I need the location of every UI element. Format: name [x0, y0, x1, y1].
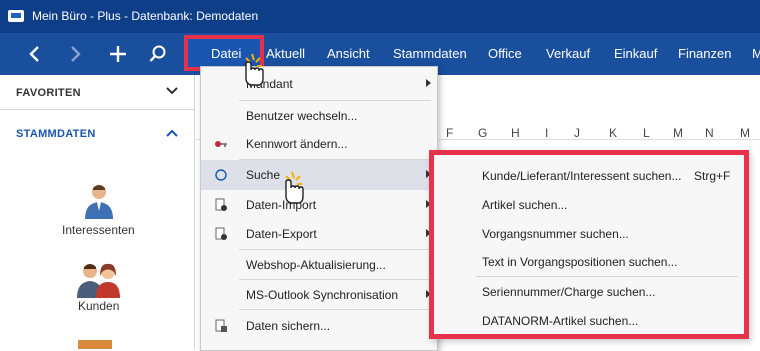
- menu-item-daten-sichern[interactable]: Daten sichern...: [201, 311, 437, 341]
- interessenten-icon[interactable]: [79, 181, 119, 221]
- column-header-i[interactable]: I: [545, 126, 548, 140]
- menu-item-artikel-suchen[interactable]: Artikel suchen...: [434, 190, 744, 218]
- menu-item-kunde-suchen[interactable]: Kunde/Lieferant/Interessent suchen... St…: [434, 161, 744, 189]
- menu-verkauf[interactable]: Verkauf: [546, 46, 590, 61]
- menu-item-seriennummer-suchen[interactable]: Seriennummer/Charge suchen...: [434, 277, 744, 305]
- menu-datei[interactable]: Datei: [211, 46, 241, 61]
- search-icon[interactable]: [140, 33, 176, 75]
- datei-menu: Mandant Benutzer wechseln... Kennwort än…: [200, 66, 438, 351]
- column-header-j[interactable]: J: [574, 126, 580, 140]
- column-header-n[interactable]: N: [705, 126, 714, 140]
- column-header-h[interactable]: H: [511, 126, 520, 140]
- menu-separator: [239, 309, 431, 310]
- menu-item-datanorm-suchen[interactable]: DATANORM-Artikel suchen...: [434, 306, 744, 334]
- menu-item-vorgangsnummer-suchen[interactable]: Vorgangsnummer suchen...: [434, 219, 744, 247]
- sidebar-item-kunden[interactable]: Kunden: [78, 299, 119, 313]
- chevron-down-icon[interactable]: [166, 87, 178, 95]
- back-icon[interactable]: [16, 33, 52, 75]
- menu-einkauf[interactable]: Einkauf: [614, 46, 657, 61]
- kunden-icon[interactable]: [74, 260, 124, 300]
- key-icon: [215, 141, 227, 147]
- suche-submenu: Kunde/Lieferant/Interessent suchen... St…: [429, 150, 749, 339]
- column-header-k[interactable]: K: [609, 126, 617, 140]
- menu-more[interactable]: M: [752, 46, 760, 61]
- menu-item-text-vorgangspositionen[interactable]: Text in Vorgangspositionen suchen...: [434, 247, 744, 275]
- column-header-f[interactable]: F: [446, 126, 453, 140]
- submenu-arrow-icon: [426, 79, 431, 87]
- add-icon[interactable]: [100, 33, 136, 75]
- sidebar-item-interessenten[interactable]: Interessenten: [62, 223, 135, 237]
- backup-icon: [215, 319, 227, 332]
- menu-finanzen[interactable]: Finanzen: [678, 46, 731, 61]
- stammdaten-header[interactable]: STAMMDATEN: [16, 128, 96, 140]
- export-icon: [215, 227, 227, 240]
- title-bar: Mein Büro - Plus - Datenbank: Demodaten: [0, 0, 760, 33]
- column-header-l[interactable]: L: [643, 126, 650, 140]
- import-icon: [215, 198, 227, 211]
- menu-item-ms-outlook-sync[interactable]: MS-Outlook Synchronisation: [201, 280, 437, 310]
- column-header-m[interactable]: M: [673, 126, 683, 140]
- menu-item-daten-import[interactable]: Daten-Import: [201, 190, 437, 220]
- shortcut-label: Strg+F: [694, 169, 731, 183]
- menu-aktuell[interactable]: Aktuell: [266, 46, 305, 61]
- menu-item-webshop-aktualisierung[interactable]: Webshop-Aktualisierung...: [201, 250, 437, 280]
- menu-stammdaten[interactable]: Stammdaten: [393, 46, 467, 61]
- column-header-o[interactable]: M: [740, 126, 750, 140]
- chevron-up-icon[interactable]: [166, 129, 178, 137]
- menu-item-benutzer-wechseln[interactable]: Benutzer wechseln...: [201, 101, 437, 131]
- click-cursor-icon: [285, 171, 304, 204]
- app-icon: [8, 10, 24, 22]
- sidebar-divider: [0, 109, 194, 110]
- window-title: Mein Büro - Plus - Datenbank: Demodaten: [32, 9, 259, 23]
- next-item-icon[interactable]: [78, 340, 112, 349]
- menu-item-suche[interactable]: Suche: [201, 160, 437, 190]
- menu-ansicht[interactable]: Ansicht: [327, 46, 370, 61]
- search-circle-icon: [215, 169, 227, 181]
- sidebar: FAVORITEN STAMMDATEN Interessenten Kunde…: [0, 75, 195, 349]
- column-header-g[interactable]: G: [478, 126, 487, 140]
- menu-item-kennwort-aendern[interactable]: Kennwort ändern...: [201, 129, 437, 159]
- menu-item-daten-export[interactable]: Daten-Export: [201, 219, 437, 249]
- favoriten-header[interactable]: FAVORITEN: [16, 87, 81, 99]
- forward-icon[interactable]: [58, 33, 94, 75]
- menu-office[interactable]: Office: [488, 46, 522, 61]
